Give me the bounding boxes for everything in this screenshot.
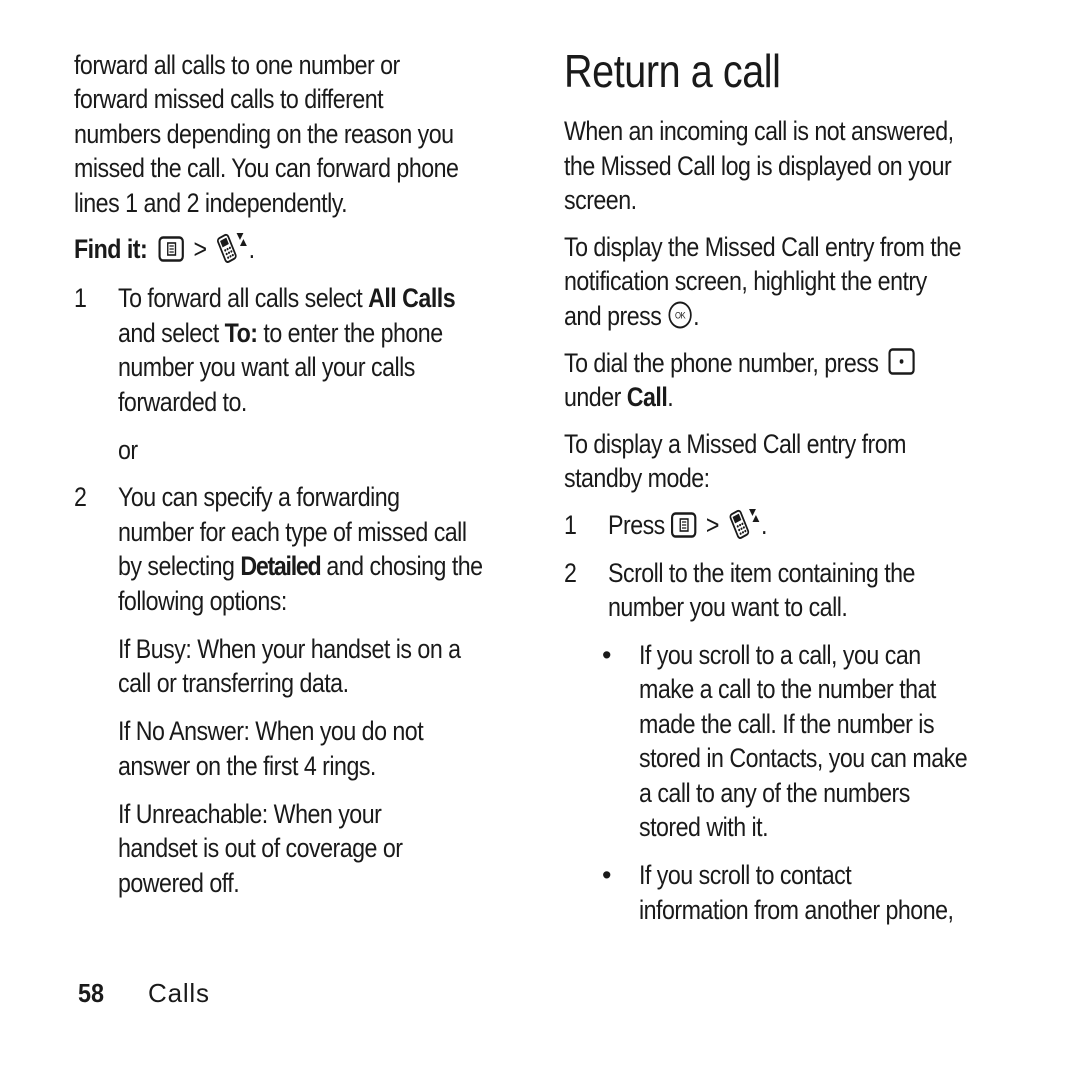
para-line: the Missed Call log is displayed on your [564,151,952,181]
bullet-symbol: • [602,640,611,670]
option-if-no-answer: If No Answer: When you do not [118,716,424,746]
intro-line: numbers depending on the reason you [74,119,454,149]
step-2-number: 2 [564,558,577,588]
step-2-text: by selecting [118,551,241,581]
option-if-busy: If Busy: When your handset is on a [118,634,461,664]
para-text: . [693,301,700,331]
step-2-line: number for each type of missed call [118,517,467,547]
para-line: screen. [564,185,637,215]
para-text: and press [564,301,668,331]
bullet-line: If you scroll to contact [639,860,852,890]
center-softkey-icon [888,348,916,376]
or-text: or [118,435,138,465]
menu-key-icon [158,236,184,262]
para-line: To display the Missed Call entry from th… [564,232,961,262]
option-if-no-answer: answer on the first 4 rings. [118,751,376,781]
intro-line: missed the call. You can forward phone [74,153,459,183]
para-line: notification screen, highlight the entry [564,266,927,296]
step-1-line: number you want all your calls [118,352,415,382]
bullet-line: stored in Contacts, you can make [639,743,968,773]
step-1-line: and select To: to enter the phone [118,316,443,351]
intro-line: forward all calls to one number or [74,50,400,80]
to-option: To: [224,318,258,348]
phone-calls-icon [728,506,761,540]
page-number: 58 [78,978,105,1008]
section-label: Calls [148,978,210,1008]
step-1-end: . [760,510,767,540]
step-2-text: and chosing the [320,551,483,581]
step-1-line: Press > . [608,508,767,544]
para-line: standby mode: [564,463,710,493]
find-it-label: Find it: [74,234,148,264]
para-line: under Call. [564,380,674,415]
step-1-text: To forward all calls select [118,283,369,313]
all-calls-option: All Calls [368,283,456,313]
ok-key-icon: OK [667,300,693,330]
call-softkey-label: Call [626,382,668,412]
bullet-line: make a call to the number that [639,674,936,704]
para-line: To display a Missed Call entry from [564,429,906,459]
step-1-number: 1 [564,510,577,540]
step-2-line: following options: [118,586,287,616]
option-if-unreachable: If Unreachable: When your [118,799,382,829]
para-text: under [564,382,627,412]
detailed-option: Detailed [240,551,321,581]
para-text: To dial the phone number, press [564,348,885,378]
step-1-separator: > [705,510,720,540]
bullet-line: made the call. If the number is [639,709,935,739]
bullet-symbol: • [602,860,611,890]
step-2-line: by selecting Detailed and chosing the [118,549,483,584]
bullet-line: information from another phone, [639,895,954,925]
step-2-line: You can specify a forwarding [118,482,400,512]
para-line: and press OK . [564,299,700,334]
step-1-line: forwarded to. [118,387,247,417]
bullet-line: If you scroll to a call, you can [639,640,921,670]
step-1-number: 1 [74,283,87,313]
bullet-line: a call to any of the numbers [639,778,910,808]
para-line: To dial the phone number, press [564,346,915,381]
svg-text:OK: OK [675,310,686,321]
phone-calls-icon [216,230,249,264]
find-it-separator: > [193,234,208,264]
bullet-line: stored with it. [639,812,769,842]
manual-page: forward all calls to one number or forwa… [0,0,1080,1080]
intro-line: forward missed calls to different [74,84,384,114]
step-1-text: Press [608,510,671,540]
find-it-end: . [248,234,255,264]
option-if-busy: call or transferring data. [118,668,349,698]
intro-line: lines 1 and 2 independently. [74,188,348,218]
menu-key-icon [670,512,697,538]
step-1-text: to enter the phone [257,318,443,348]
find-it-line: Find it: > . [74,232,255,268]
step-2-number: 2 [74,482,87,512]
option-if-unreachable: powered off. [118,868,240,898]
step-1-text: and select [118,318,225,348]
para-line: When an incoming call is not answered, [564,116,954,146]
para-text: . [667,382,674,412]
step-1-line: To forward all calls select All Calls [118,281,456,316]
step-2-line: Scroll to the item containing the [608,558,915,588]
section-title: Return a call [564,45,781,97]
option-if-unreachable: handset is out of coverage or [118,833,403,863]
step-2-line: number you want to call. [608,592,848,622]
